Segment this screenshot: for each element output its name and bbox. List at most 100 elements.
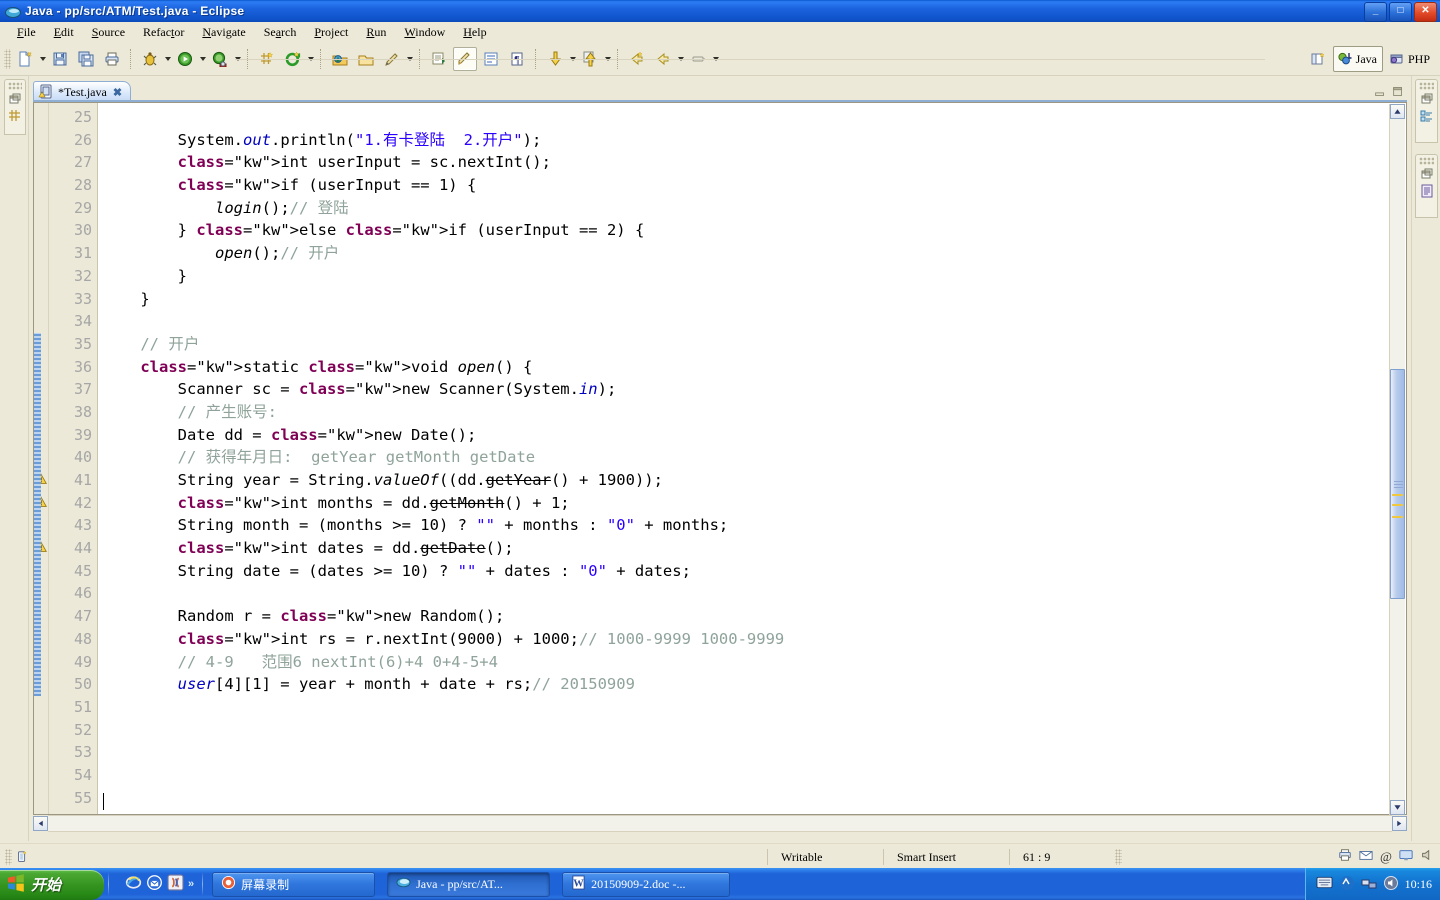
menu-refactor[interactable]: Refactor — [134, 23, 193, 42]
overview-warning-tick[interactable] — [1392, 504, 1403, 506]
restore-view-icon-right-2[interactable] — [1419, 166, 1435, 182]
code-line[interactable]: // 开户 — [98, 333, 1406, 356]
code-line[interactable]: String date = (dates >= 10) ? "" + dates… — [98, 560, 1406, 583]
menu-source[interactable]: Source — [83, 23, 134, 42]
perspective-java[interactable]: Java — [1332, 46, 1383, 72]
keyboard-icon[interactable] — [1316, 876, 1333, 892]
restore-view-icon-right-1[interactable] — [1419, 91, 1435, 107]
volume-tray-icon[interactable] — [1383, 875, 1399, 894]
printer-icon[interactable] — [1338, 848, 1352, 865]
code-line[interactable]: } — [98, 265, 1406, 288]
code-line[interactable]: class="kw">if (userInput == 1) { — [98, 174, 1406, 197]
taskbar-item-word-doc[interactable]: W 20150909-2.doc -... — [562, 871, 731, 897]
editor-tab-test-java[interactable]: *Test.java ✖ — [33, 81, 132, 102]
screen-icon[interactable] — [1399, 848, 1413, 865]
taskbar-item-eclipse[interactable]: Java - pp/src/AT... — [387, 871, 551, 897]
code-line[interactable] — [98, 764, 1406, 787]
open-perspective-icon[interactable] — [1306, 47, 1330, 71]
menu-navigate[interactable]: Navigate — [193, 23, 254, 42]
close-button[interactable]: ✕ — [1414, 2, 1437, 22]
close-icon[interactable]: ✖ — [113, 86, 122, 99]
mail-icon[interactable] — [1359, 848, 1373, 865]
volume-icon[interactable] — [1420, 848, 1434, 865]
code-line[interactable]: class="kw">int dates = dd.getDate(); — [98, 537, 1406, 560]
code-text-area[interactable]: System.out.println("1.有卡登陆 2.开户"); class… — [98, 103, 1406, 814]
outline-view-icon[interactable] — [1419, 108, 1435, 124]
show-more-icon[interactable]: » — [188, 878, 194, 890]
code-line[interactable]: // 获得年月日: getYear getMonth getDate — [98, 446, 1406, 469]
code-line[interactable]: System.out.println("1.有卡登陆 2.开户"); — [98, 129, 1406, 152]
menu-window[interactable]: Window — [395, 23, 454, 42]
left-dock-grip[interactable] — [8, 82, 22, 90]
external-tools-icon[interactable] — [208, 47, 232, 71]
code-line[interactable]: // 4-9 范围6 nextInt(6)+4 0+4-5+4 — [98, 651, 1406, 674]
editor-horizontal-scrollbar[interactable] — [33, 814, 1407, 832]
menu-help[interactable]: Help — [454, 23, 495, 42]
status-grip[interactable] — [5, 848, 12, 865]
new-wizard-icon[interactable] — [13, 47, 37, 71]
internet-explorer-icon[interactable] — [125, 874, 142, 894]
network-icon[interactable] — [1361, 875, 1377, 894]
editor-vertical-scrollbar[interactable] — [1389, 104, 1405, 815]
right-dock-grip-2[interactable] — [1419, 157, 1434, 165]
menu-search[interactable]: Search — [255, 23, 306, 42]
at-icon[interactable]: @ — [1380, 849, 1392, 865]
print-icon[interactable] — [100, 47, 124, 71]
overview-warning-tick[interactable] — [1392, 516, 1403, 518]
code-line[interactable]: login();// 登陆 — [98, 197, 1406, 220]
menu-file[interactable]: File — [8, 23, 45, 42]
scroll-right-button[interactable] — [1392, 815, 1407, 831]
code-line[interactable]: class="kw">int months = dd.getMonth() + … — [98, 492, 1406, 515]
overview-warning-tick[interactable] — [1392, 494, 1403, 496]
save-all-icon[interactable] — [74, 47, 98, 71]
code-line[interactable]: class="kw">int rs = r.nextInt(9000) + 10… — [98, 628, 1406, 651]
code-line[interactable] — [98, 106, 1406, 129]
code-line[interactable] — [98, 741, 1406, 764]
code-line[interactable]: } — [98, 288, 1406, 311]
code-line[interactable]: class="kw">int userInput = sc.nextInt(); — [98, 151, 1406, 174]
code-line[interactable]: // 产生账号: — [98, 401, 1406, 424]
outlook-express-icon[interactable] — [146, 874, 163, 894]
code-line[interactable]: String month = (months >= 10) ? "" + mon… — [98, 514, 1406, 537]
run-icon[interactable] — [173, 47, 197, 71]
code-line[interactable]: user[4][1] = year + month + date + rs;//… — [98, 673, 1406, 696]
scroll-thumb[interactable] — [1390, 369, 1405, 599]
taskbar-item-screen-recorder[interactable]: 屏幕录制 — [212, 871, 376, 897]
debug-dropdown-icon[interactable] — [163, 48, 172, 70]
annotation-ruler[interactable] — [34, 103, 49, 814]
code-line[interactable]: } class="kw">else class="kw">if (userInp… — [98, 219, 1406, 242]
code-line[interactable]: Scanner sc = class="kw">new Scanner(Syst… — [98, 378, 1406, 401]
hscroll-track[interactable] — [48, 814, 1392, 832]
task-list-icon[interactable] — [1419, 183, 1435, 199]
code-line[interactable] — [98, 719, 1406, 742]
new-wizard-dropdown-icon[interactable] — [38, 48, 47, 70]
code-line[interactable] — [98, 696, 1406, 719]
menu-run[interactable]: Run — [357, 23, 395, 42]
status-grip-right[interactable] — [1115, 848, 1122, 865]
restore-view-icon[interactable] — [7, 91, 23, 107]
media-player-icon[interactable] — [167, 874, 184, 894]
menu-project[interactable]: Project — [305, 23, 357, 42]
menu-edit[interactable]: Edit — [45, 23, 83, 42]
code-line[interactable]: open();// 开户 — [98, 242, 1406, 265]
code-editor-pane[interactable]: 25 26 27 28 29 30 31 32 33 34 35 36 37 38 39 40 41 42 43 44… — [33, 102, 1407, 815]
package-explorer-icon[interactable] — [7, 108, 23, 124]
maximize-button[interactable]: □ — [1389, 2, 1412, 22]
scroll-up-button[interactable] — [1390, 104, 1405, 119]
debug-icon[interactable] — [138, 47, 162, 71]
perspective-php[interactable]: PHP — [1385, 46, 1436, 72]
code-line[interactable]: String year = String.valueOf((dd.getYear… — [98, 469, 1406, 492]
toolbar-grip[interactable] — [4, 49, 11, 69]
scroll-down-button[interactable] — [1390, 800, 1405, 815]
code-line[interactable]: class="kw">static class="kw">void open()… — [98, 356, 1406, 379]
save-icon[interactable] — [48, 47, 72, 71]
clock[interactable]: 10:16 — [1405, 877, 1432, 892]
language-bar-icon[interactable] — [1339, 875, 1355, 894]
code-line[interactable]: Random r = class="kw">new Random(); — [98, 605, 1406, 628]
code-line[interactable] — [98, 582, 1406, 605]
code-line[interactable]: Date dd = class="kw">new Date(); — [98, 424, 1406, 447]
code-line[interactable] — [98, 310, 1406, 333]
minimize-button[interactable]: _ — [1364, 2, 1387, 22]
scroll-left-button[interactable] — [33, 815, 48, 831]
run-dropdown-icon[interactable] — [198, 48, 207, 70]
